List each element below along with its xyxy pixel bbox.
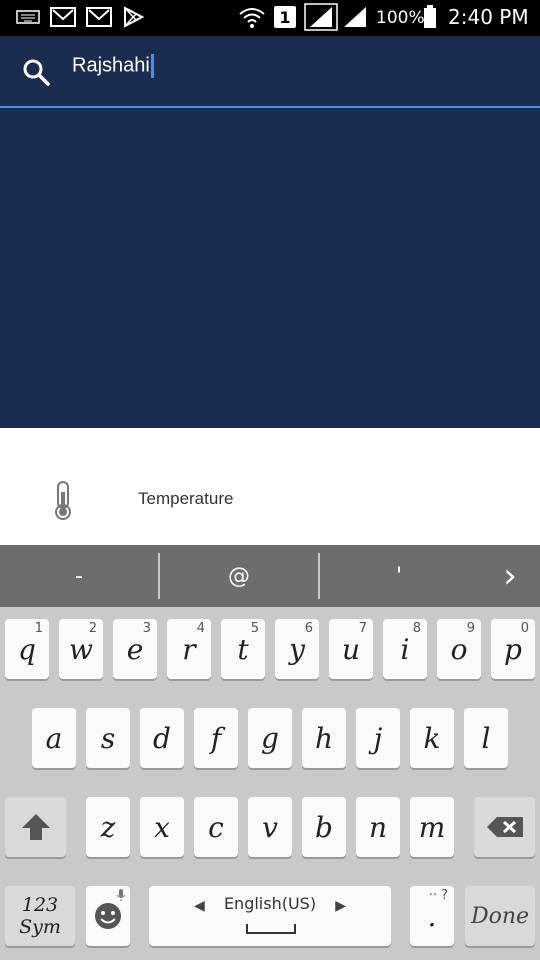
signal-icon xyxy=(342,6,368,28)
key-x[interactable]: x xyxy=(140,797,184,857)
period-key[interactable]: . ·· ? xyxy=(410,886,454,946)
clock: 2:40 PM xyxy=(448,5,529,29)
key-d[interactable]: d xyxy=(140,708,184,768)
search-input-value: Rajshahi xyxy=(72,54,150,77)
main-content-area xyxy=(0,108,540,428)
key-s[interactable]: s xyxy=(86,708,130,768)
key-p[interactable]: p0 xyxy=(491,619,535,679)
chevron-right-icon[interactable]: › xyxy=(480,545,540,607)
sym-key[interactable]: 123 Sym xyxy=(5,886,75,946)
period-key-label: . xyxy=(427,899,437,933)
mic-icon xyxy=(116,889,126,901)
key-v[interactable]: v xyxy=(248,797,292,857)
search-input[interactable]: Rajshahi xyxy=(72,54,154,78)
key-t[interactable]: t5 xyxy=(221,619,265,679)
keyboard-suggestion-bar: - @ ' › xyxy=(0,545,540,607)
key-e[interactable]: e3 xyxy=(113,619,157,679)
key-j[interactable]: j xyxy=(356,708,400,768)
key-o[interactable]: o9 xyxy=(437,619,481,679)
quick-key-apostrophe[interactable]: ' xyxy=(320,545,478,607)
sim-icon: 1 xyxy=(274,6,296,28)
sym-key-label-bottom: Sym xyxy=(19,916,61,938)
gmail-icon xyxy=(86,6,112,28)
text-cursor xyxy=(150,54,154,78)
sim-slot-number: 1 xyxy=(279,7,291,27)
suggestion-label: Temperature xyxy=(138,489,234,508)
key-y[interactable]: y6 xyxy=(275,619,319,679)
key-c[interactable]: c xyxy=(194,797,238,857)
key-f[interactable]: f xyxy=(194,708,238,768)
status-bar: 1 100% 2:40 PM xyxy=(0,0,540,36)
play-store-icon xyxy=(122,6,144,28)
key-w[interactable]: w2 xyxy=(59,619,103,679)
signal-icon xyxy=(304,3,338,31)
shift-key[interactable] xyxy=(5,797,66,857)
search-icon[interactable] xyxy=(20,56,52,88)
key-k[interactable]: k xyxy=(410,708,454,768)
key-i[interactable]: i8 xyxy=(383,619,427,679)
key-u[interactable]: u7 xyxy=(329,619,373,679)
space-icon xyxy=(246,924,296,934)
shift-arrow-icon xyxy=(21,814,50,840)
soft-keyboard: q1 w2 e3 r4 t5 y6 u7 i8 o9 p0 a s d f g … xyxy=(0,607,540,960)
emoji-key[interactable] xyxy=(86,886,130,946)
battery-percent: 100% xyxy=(376,8,425,28)
suggestion-item-temperature[interactable]: Temperature xyxy=(0,464,540,536)
wifi-icon xyxy=(238,6,266,28)
key-b[interactable]: b xyxy=(302,797,346,857)
gmail-icon xyxy=(50,6,76,28)
key-r[interactable]: r4 xyxy=(167,619,211,679)
key-h[interactable]: h xyxy=(302,708,346,768)
key-l[interactable]: l xyxy=(464,708,508,768)
language-label: English(US) xyxy=(223,894,317,913)
sym-key-label-top: 123 xyxy=(21,894,59,916)
thermometer-icon xyxy=(50,480,76,524)
chevron-right-icon: ▶ xyxy=(335,898,346,914)
key-n[interactable]: n xyxy=(356,797,400,857)
period-key-hint: ·· ? xyxy=(428,888,448,903)
key-g[interactable]: g xyxy=(248,708,292,768)
battery-icon xyxy=(423,5,437,28)
done-key[interactable]: Done xyxy=(465,886,535,946)
key-m[interactable]: m xyxy=(410,797,454,857)
key-z[interactable]: z xyxy=(86,797,130,857)
suggestion-list: Temperature xyxy=(0,428,540,545)
backspace-icon xyxy=(486,817,523,837)
smiley-icon xyxy=(95,903,121,929)
quick-key-at[interactable]: @ xyxy=(160,545,318,607)
key-q[interactable]: q1 xyxy=(5,619,49,679)
quick-key-dash[interactable]: - xyxy=(0,545,158,607)
keyboard-icon xyxy=(16,6,40,28)
search-bar: Rajshahi xyxy=(0,36,540,108)
key-a[interactable]: a xyxy=(32,708,76,768)
backspace-key[interactable] xyxy=(474,797,535,857)
space-bar[interactable]: ◀ English(US) ▶ xyxy=(149,886,391,946)
